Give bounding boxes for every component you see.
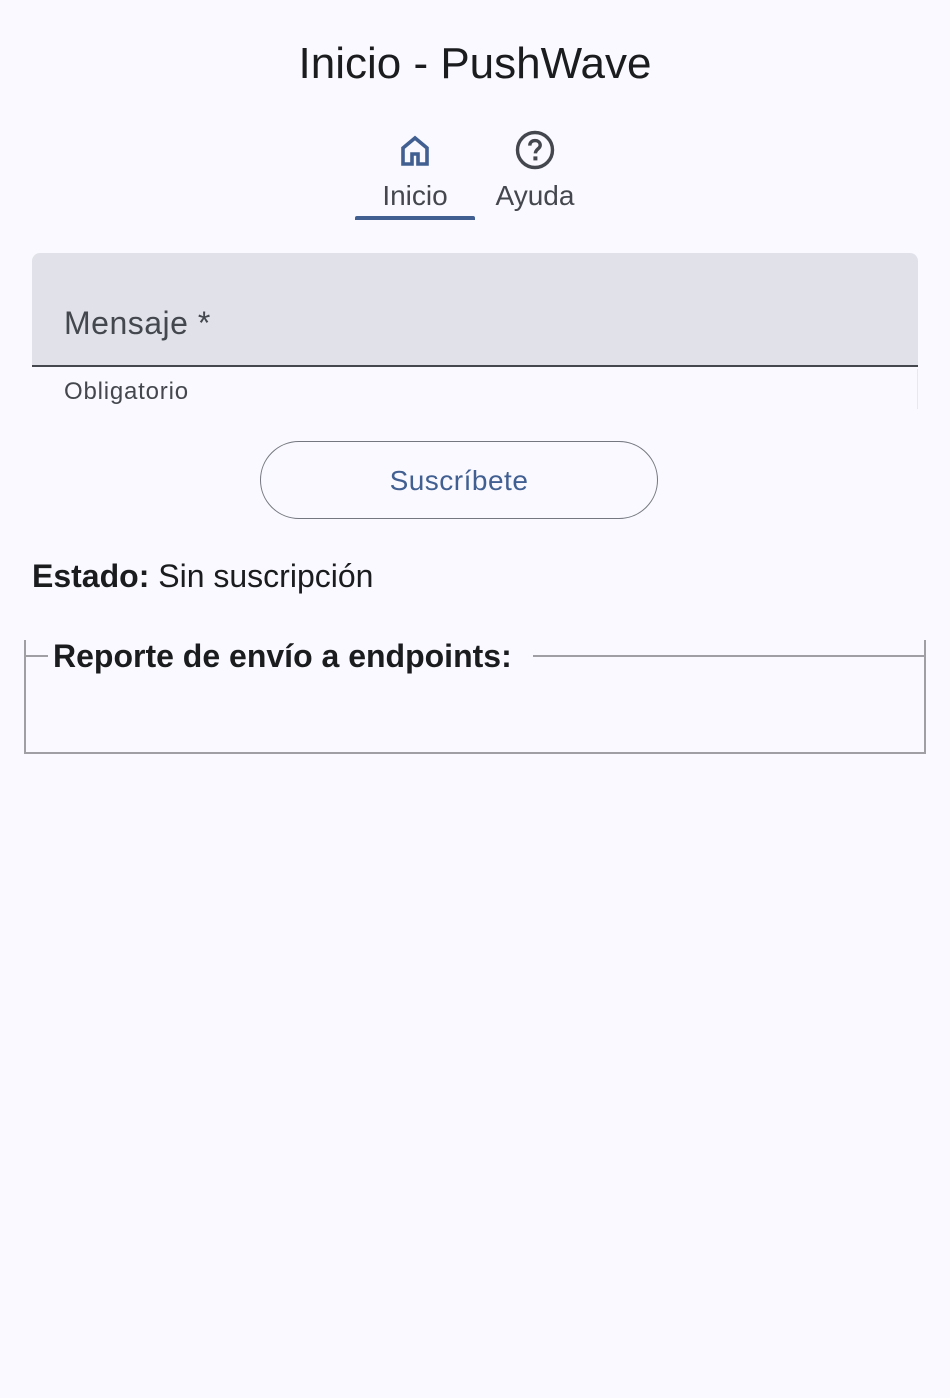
endpoint-report: Reporte de envío a endpoints: <box>24 638 926 754</box>
status-label: Estado: <box>32 558 150 594</box>
subscription-status: Estado: Sin suscripción <box>32 556 373 596</box>
report-border-right <box>533 655 925 657</box>
endpoint-report-legend: Reporte de envío a endpoints: <box>53 638 512 674</box>
home-icon <box>395 130 435 170</box>
message-field[interactable]: Mensaje * <box>32 253 918 367</box>
tab-ayuda[interactable]: Ayuda <box>475 126 595 222</box>
field-divider <box>917 369 918 409</box>
message-input[interactable] <box>64 303 884 343</box>
active-tab-indicator <box>355 216 475 220</box>
page-title: Inicio - PushWave <box>298 39 652 88</box>
tab-inicio-label: Inicio <box>382 180 448 211</box>
tab-ayuda-label: Ayuda <box>495 180 575 211</box>
report-border-left <box>26 655 48 657</box>
subscribe-button[interactable]: Suscríbete <box>260 441 658 519</box>
tab-inicio[interactable]: Inicio <box>355 126 475 222</box>
status-value: Sin suscripción <box>158 558 374 594</box>
message-support-text: Obligatorio <box>64 378 189 405</box>
tab-bar: Inicio Ayuda <box>355 126 595 222</box>
help-circle-icon <box>515 130 555 170</box>
